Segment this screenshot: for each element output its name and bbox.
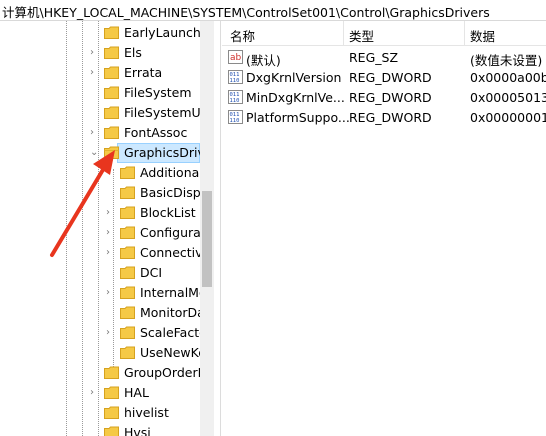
annotation-arrow — [50, 150, 115, 257]
